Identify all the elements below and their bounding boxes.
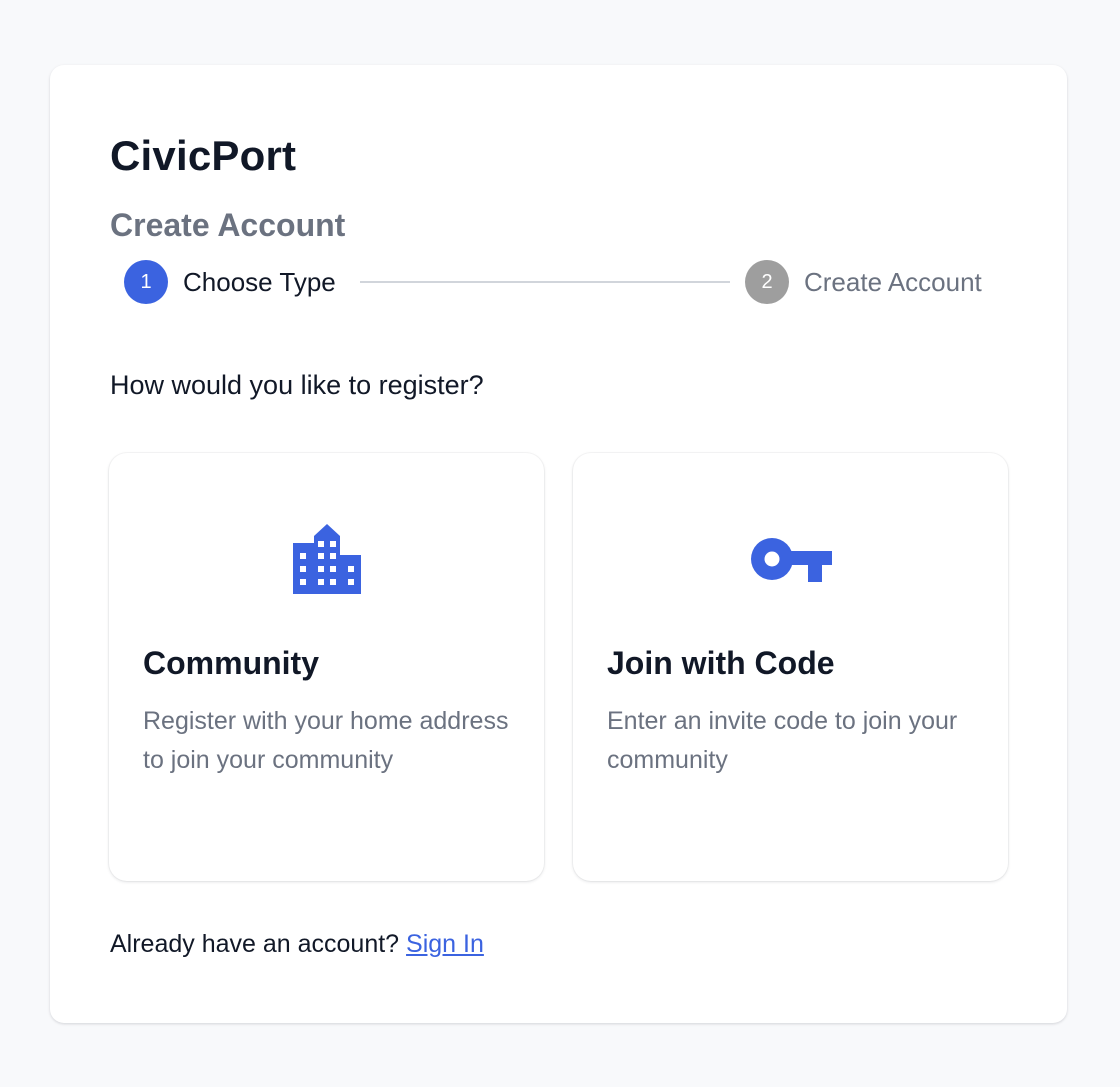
- register-question: How would you like to register?: [110, 370, 484, 400]
- step-1-label: Choose Type: [183, 267, 336, 297]
- join-code-option-title: Join with Code: [607, 645, 835, 681]
- stepper: 1 Choose Type 2 Create Account: [124, 260, 994, 304]
- step-2-indicator: 2: [745, 260, 789, 304]
- step-2-label: Create Account: [804, 267, 982, 297]
- join-code-option-description: Enter an invite code to join your commun…: [607, 707, 958, 774]
- key-icon: [746, 521, 836, 597]
- sign-in-link[interactable]: Sign In: [406, 930, 484, 958]
- building-icon: [282, 521, 372, 597]
- join-with-code-option-card[interactable]: Join with Code Enter an invite code to j…: [573, 453, 1008, 881]
- community-option-title: Community: [143, 645, 319, 681]
- app-brand-title: CivicPort: [110, 132, 297, 179]
- step-connector-line: [360, 281, 730, 283]
- community-option-card[interactable]: Community Register with your home addres…: [109, 453, 544, 881]
- page-subtitle: Create Account: [110, 207, 346, 243]
- step-1-indicator: 1: [124, 260, 168, 304]
- community-option-description: Register with your home address to join …: [143, 707, 509, 774]
- sign-in-footer: Already have an account? Sign In: [110, 927, 484, 961]
- registration-card: CivicPort Create Account 1 Choose Type 2…: [50, 65, 1067, 1023]
- sign-in-prompt: Already have an account?: [110, 930, 400, 958]
